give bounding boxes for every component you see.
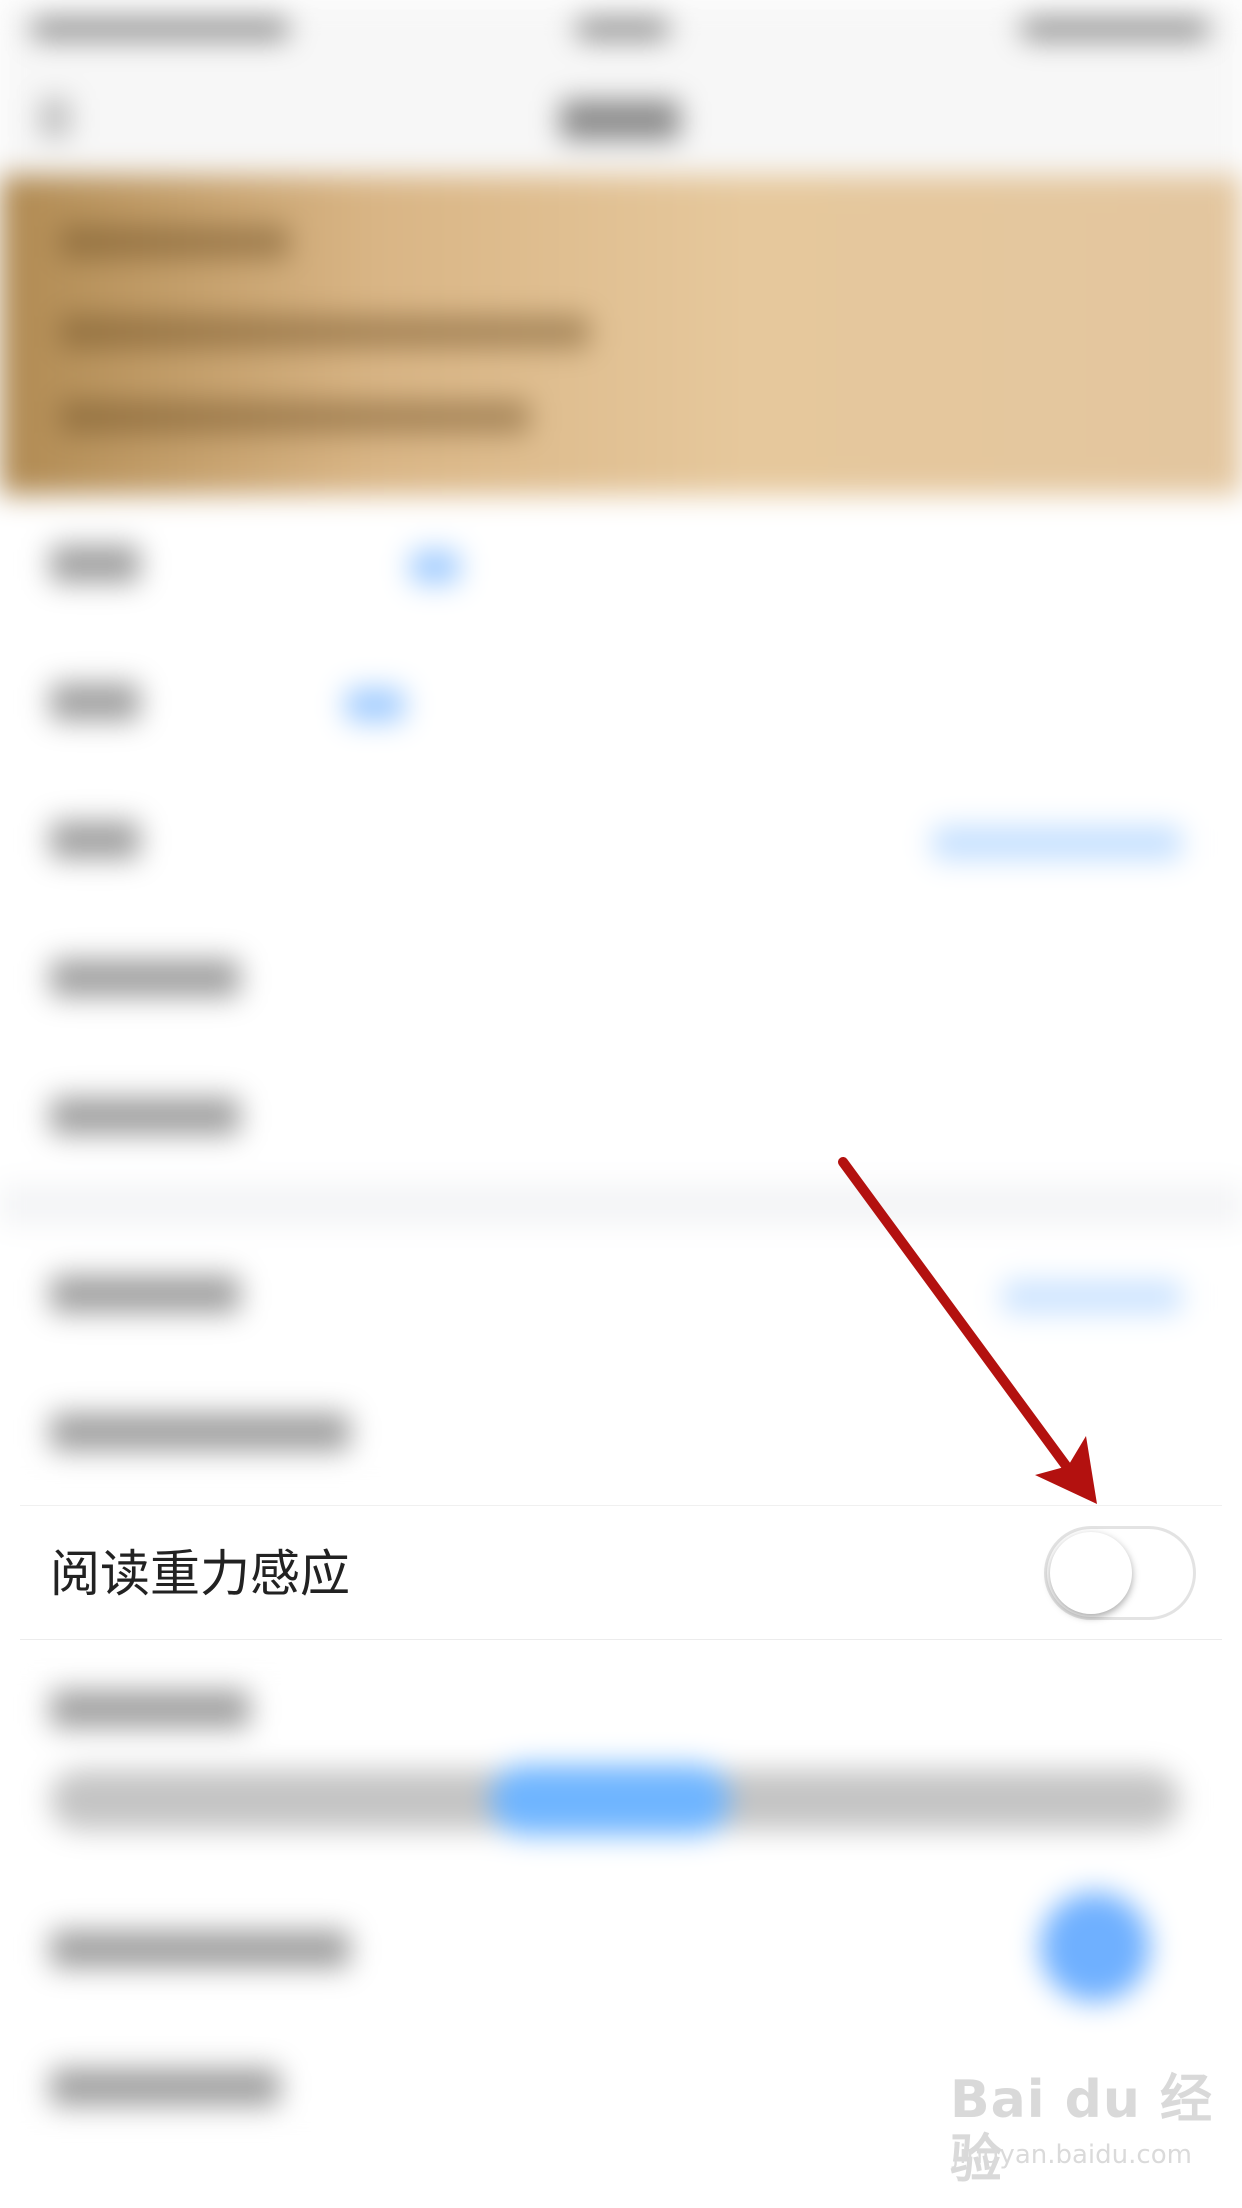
gravity-sensor-setting-row[interactable]: 阅读重力感应 — [20, 1505, 1222, 1640]
toggle-knob — [1050, 1532, 1132, 1614]
back-icon[interactable] — [40, 98, 70, 138]
list-item[interactable] — [0, 1880, 1242, 2018]
blurred-background — [0, 0, 1242, 2208]
list-item[interactable] — [0, 633, 1242, 771]
nav-bar — [0, 60, 1242, 175]
list-item[interactable] — [0, 495, 1242, 633]
watermark-url: jingyan.baidu.com — [952, 2140, 1192, 2170]
slider-fill[interactable] — [490, 1765, 730, 1835]
page-title — [560, 100, 680, 140]
list-item[interactable] — [0, 1363, 1242, 1501]
list-item[interactable] — [0, 771, 1242, 909]
setting-label: 阅读重力感应 — [50, 1545, 350, 1603]
baidu-jingyan-watermark: Bai du 经验 jingyan.baidu.com — [950, 2070, 1220, 2190]
status-bar — [0, 0, 1242, 60]
gravity-sensor-toggle[interactable] — [1044, 1526, 1196, 1620]
watermark-brand: Bai du 经验 — [950, 2070, 1213, 2190]
banner — [0, 175, 1242, 495]
toggle-on-indicator[interactable] — [1040, 1892, 1150, 2002]
settings-page: 阅读重力感应 Bai du 经验 jingyan.baidu.com — [0, 0, 1242, 2208]
list-item[interactable] — [0, 909, 1242, 1047]
list-item[interactable] — [0, 1047, 1242, 1185]
section-divider — [0, 1185, 1242, 1225]
list-item[interactable] — [0, 1225, 1242, 1363]
list-item[interactable] — [0, 1650, 1242, 1880]
